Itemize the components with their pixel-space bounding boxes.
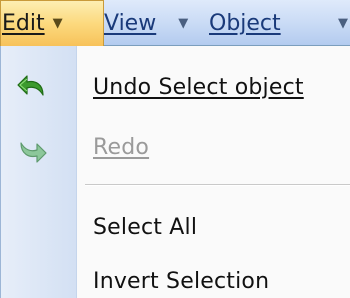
edit-dropdown-menu: Undo Select object Redo Select All Inver… [0,46,350,298]
redo-arrow-icon [20,142,47,163]
menu-view[interactable]: View ▼ [104,0,190,46]
undo-arrow-icon [17,75,44,96]
menu-object-label: Object [209,10,281,36]
menu-edit-label: Edit [2,11,45,36]
menu-item-select-all-label: Select All [93,214,198,240]
menu-item-redo[interactable]: Redo [1,122,350,172]
menu-item-undo[interactable]: Undo Select object [1,62,350,112]
menu-bar: Edit ▼ View ▼ Object ▼ [0,0,350,46]
edit-menu-screen: Edit ▼ View ▼ Object ▼ Undo Select objec… [0,0,350,298]
menu-view-label: View [104,10,157,36]
menu-item-invert-selection-label: Invert Selection [93,268,270,294]
menu-object[interactable]: Object [209,0,281,46]
menu-item-invert-selection[interactable]: Invert Selection [1,256,350,298]
menu-item-select-all[interactable]: Select All [1,202,350,252]
menu-separator [85,184,350,186]
chevron-down-icon: ▼ [338,15,348,31]
chevron-down-icon: ▼ [52,16,63,31]
menu-edit[interactable]: Edit ▼ [0,0,104,46]
menu-item-undo-label: Undo Select object [93,74,304,100]
chevron-down-icon: ▼ [178,15,189,31]
menu-more[interactable]: ▼ [334,0,350,46]
menu-item-redo-label: Redo [93,134,150,160]
